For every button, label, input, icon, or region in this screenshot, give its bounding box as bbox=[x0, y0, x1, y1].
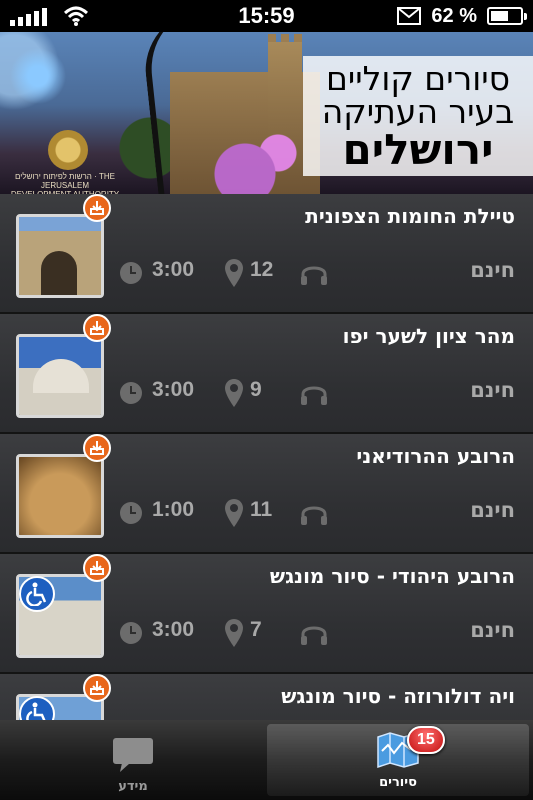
tour-duration: 3:00 bbox=[152, 378, 195, 401]
headphones-icon bbox=[301, 386, 327, 405]
battery-icon bbox=[487, 7, 527, 25]
tab-tours[interactable]: סיורים 15 bbox=[267, 724, 529, 796]
download-icon[interactable] bbox=[83, 314, 111, 342]
tours-count-badge: 15 bbox=[407, 726, 445, 754]
wheelchair-accessible-icon bbox=[19, 576, 55, 612]
clock-icon bbox=[120, 502, 142, 524]
tour-price: חינם bbox=[470, 258, 515, 282]
tour-title: מהר ציון לשער יפו bbox=[342, 324, 515, 348]
tour-thumbnail bbox=[16, 214, 104, 298]
tour-title: הרובע ההרודיאני bbox=[356, 444, 515, 468]
tour-duration: 3:00 bbox=[152, 618, 195, 641]
banner-title-line3: ירושלים bbox=[342, 125, 494, 174]
clock-icon bbox=[120, 622, 142, 644]
tab-info-label: מידע bbox=[118, 779, 148, 794]
tour-stops: 7 bbox=[250, 618, 262, 641]
tour-stops: 12 bbox=[250, 258, 274, 281]
tour-title: הרובע היהודי - סיור מונגש bbox=[269, 564, 515, 588]
speech-bubble-icon bbox=[113, 738, 153, 772]
tour-thumbnail bbox=[16, 454, 104, 538]
tour-row[interactable]: טיילת החומות הצפונית 3:00 12 חינם bbox=[0, 194, 533, 314]
tour-list[interactable]: טיילת החומות הצפונית 3:00 12 חינם מהר צי… bbox=[0, 194, 533, 720]
tour-thumbnail bbox=[16, 334, 104, 418]
download-icon[interactable] bbox=[83, 434, 111, 462]
tour-duration: 1:00 bbox=[152, 498, 195, 521]
headphones-icon bbox=[301, 626, 327, 645]
tour-title: טיילת החומות הצפונית bbox=[305, 204, 515, 228]
tour-stops: 9 bbox=[250, 378, 262, 401]
tab-bar: מידע סיורים 15 bbox=[0, 720, 533, 800]
tour-price: חינם bbox=[470, 498, 515, 522]
authority-logo-caption: הרשות לפיתוח ירושלים · THE JERUSALEM DEV… bbox=[11, 172, 119, 194]
location-pin-icon bbox=[225, 259, 243, 287]
tour-row[interactable]: ויה דולורוזה - סיור מונגש bbox=[0, 674, 533, 720]
banner-title-line1: סיורים קוליים bbox=[326, 59, 510, 98]
tab-tours-label: סיורים bbox=[379, 775, 417, 790]
tour-row[interactable]: מהר ציון לשער יפו 3:00 9 חינם bbox=[0, 314, 533, 434]
tour-title: ויה דולורוזה - סיור מונגש bbox=[281, 684, 515, 708]
tour-stops: 11 bbox=[250, 498, 273, 521]
tab-info[interactable]: מידע bbox=[0, 720, 266, 800]
location-pin-icon bbox=[225, 499, 243, 527]
download-icon[interactable] bbox=[83, 674, 111, 702]
location-pin-icon bbox=[225, 619, 243, 647]
signal-icon bbox=[10, 6, 47, 26]
tour-price: חינם bbox=[470, 378, 515, 402]
headphones-icon bbox=[301, 506, 327, 525]
download-icon[interactable] bbox=[83, 194, 111, 222]
tour-row[interactable]: הרובע היהודי - סיור מונגש 3:00 7 חינם bbox=[0, 554, 533, 674]
header-banner: הרשות לפיתוח ירושלים · THE JERUSALEM DEV… bbox=[0, 32, 533, 194]
mail-icon bbox=[397, 7, 422, 25]
headphones-icon bbox=[301, 266, 327, 285]
clock-icon bbox=[120, 382, 142, 404]
banner-title-line2: בעיר העתיקה bbox=[321, 92, 515, 131]
tour-price: חינם bbox=[470, 618, 515, 642]
authority-logo bbox=[48, 130, 88, 170]
tour-row[interactable]: הרובע ההרודיאני 1:00 11 חינם bbox=[0, 434, 533, 554]
location-pin-icon bbox=[225, 379, 243, 407]
download-icon[interactable] bbox=[83, 554, 111, 582]
wifi-icon bbox=[63, 6, 89, 26]
status-bar: 15:59 62 % bbox=[0, 0, 533, 32]
banner-title-box: סיורים קוליים בעיר העתיקה ירושלים bbox=[303, 56, 533, 176]
battery-percent: 62 % bbox=[431, 4, 477, 27]
tour-duration: 3:00 bbox=[152, 258, 195, 281]
clock-icon bbox=[120, 262, 142, 284]
